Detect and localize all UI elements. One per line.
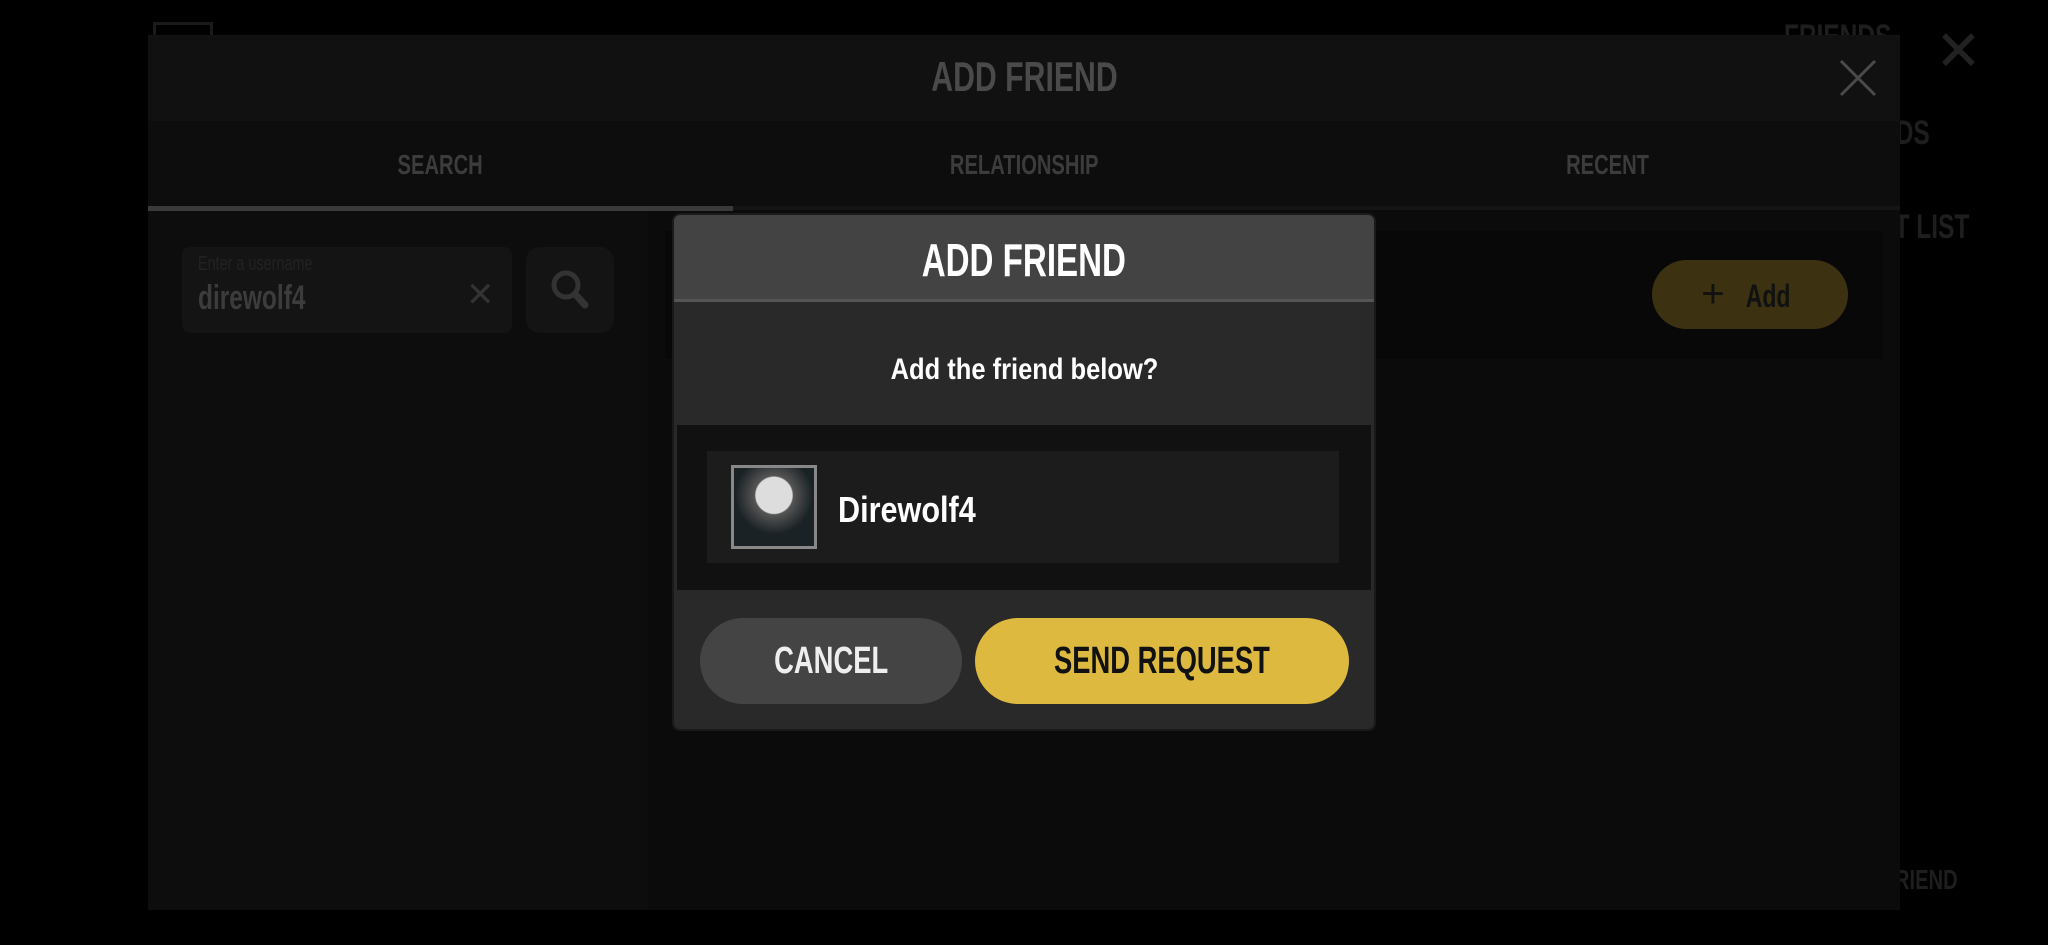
dialog-title: ADD FRIEND — [921, 234, 1127, 286]
avatar — [731, 465, 817, 549]
search-button[interactable] — [526, 247, 614, 333]
clear-icon[interactable]: ✕ — [466, 275, 495, 315]
plus-icon: + — [1701, 272, 1725, 316]
close-icon[interactable] — [1833, 53, 1883, 103]
tab-search[interactable]: SEARCH — [148, 121, 732, 209]
dialog-question: Add the friend below? — [890, 353, 1158, 386]
panel-header: ADD FRIEND — [148, 35, 1900, 121]
tab-relationship[interactable]: RELATIONSHIP — [732, 121, 1316, 209]
username-search-input[interactable]: Enter a username direwolf4 ✕ — [182, 247, 512, 333]
input-value: direwolf4 — [198, 279, 306, 317]
friend-username: Direwolf4 — [838, 489, 976, 530]
tab-recent[interactable]: RECENT — [1316, 121, 1900, 209]
add-friend-dialog: ADD FRIEND Add the friend below? Direwol… — [674, 215, 1374, 729]
background-close-icon[interactable]: ✕ — [1935, 18, 1982, 84]
search-icon — [551, 270, 589, 309]
dialog-header: ADD FRIEND — [674, 215, 1374, 302]
cancel-button[interactable]: CANCEL — [700, 618, 962, 704]
send-request-button[interactable]: SEND REQUEST — [975, 618, 1349, 704]
add-button[interactable]: + Add — [1652, 260, 1848, 329]
input-placeholder: Enter a username — [198, 253, 313, 275]
panel-title: ADD FRIEND — [930, 53, 1118, 100]
